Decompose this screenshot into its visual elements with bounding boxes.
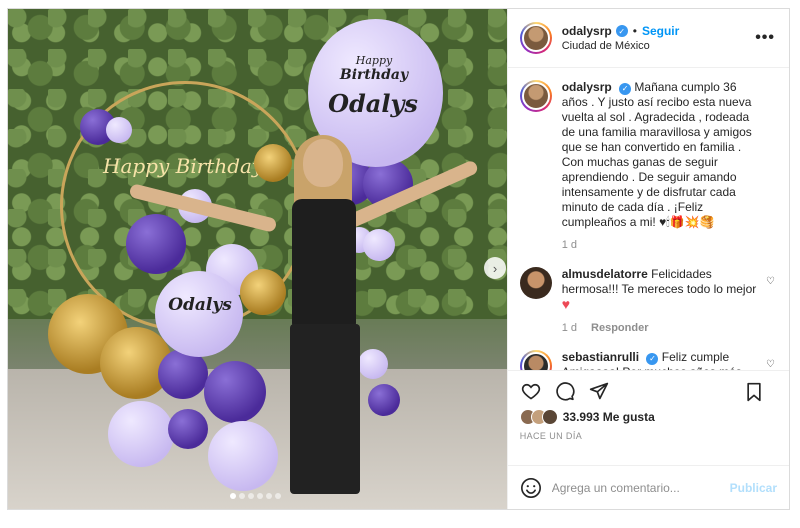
comment-item: sebastianrulli ✓ Feliz cumple Amigaaaa! … <box>519 350 777 370</box>
verified-badge-icon: ✓ <box>619 82 632 95</box>
carousel-dot <box>239 493 245 499</box>
post-side-panel: odalysrp ✓ • Seguir Ciudad de México •••… <box>506 9 789 509</box>
commenter-avatar[interactable] <box>519 267 552 299</box>
author-username[interactable]: odalysrp <box>562 24 612 38</box>
post-time[interactable]: HACE UN DÍA <box>520 431 777 441</box>
commenter-avatar[interactable] <box>519 350 552 370</box>
follow-button[interactable]: Seguir <box>642 24 679 38</box>
balloon <box>204 361 266 423</box>
publish-comment-button[interactable]: Publicar <box>730 481 777 495</box>
post-photo[interactable]: Happy Birthday Happy Birthday Odalys Oda… <box>8 9 507 509</box>
post-dialog: Happy Birthday Happy Birthday Odalys Oda… <box>7 8 790 510</box>
comments-list[interactable]: odalysrp ✓ Mañana cumplo 36 años . Y jus… <box>508 68 789 370</box>
balloon <box>208 421 278 491</box>
share-paper-plane-icon[interactable] <box>588 380 610 402</box>
person-head <box>303 139 343 187</box>
next-photo-button[interactable]: › <box>484 257 506 279</box>
comment-time[interactable]: 1 d <box>562 322 577 334</box>
carousel-dot <box>257 493 263 499</box>
balloon <box>168 409 208 449</box>
hoop-sign-text: Happy Birthday <box>103 154 264 178</box>
like-comment-heart-icon[interactable]: ♡ <box>766 276 775 287</box>
emoji-smiley-icon[interactable] <box>520 477 542 499</box>
separator-dot: • <box>632 24 637 38</box>
post-location[interactable]: Ciudad de México <box>562 40 680 52</box>
likes-label: Me gusta <box>602 410 655 424</box>
like-comment-heart-icon[interactable]: ♡ <box>766 359 775 370</box>
chevron-right-icon: › <box>492 260 498 276</box>
balloon-top-happy: Happy <box>355 54 393 67</box>
comment-username[interactable]: sebastianrulli <box>562 350 639 364</box>
balloon <box>106 117 132 143</box>
balloon-top-birthday: Birthday <box>339 67 409 83</box>
carousel-dot <box>275 493 281 499</box>
add-comment-bar: Publicar <box>507 465 789 509</box>
caption-time[interactable]: 1 d <box>562 239 577 251</box>
person-top <box>292 199 356 329</box>
balloon-top-name: Odalys <box>328 89 418 118</box>
person-pants <box>290 324 360 494</box>
like-heart-icon[interactable] <box>520 380 542 402</box>
liker-avatar <box>541 409 558 425</box>
comment-input[interactable] <box>551 480 730 495</box>
balloon-top-small-text: Happy Birthday <box>324 54 424 83</box>
likes-count: 33.993 <box>562 410 600 424</box>
avatar[interactable] <box>519 22 552 54</box>
caption-avatar[interactable] <box>519 80 552 112</box>
post-header: odalysrp ✓ • Seguir Ciudad de México ••• <box>507 9 789 68</box>
save-bookmark-icon[interactable] <box>743 381 765 403</box>
balloon <box>126 214 186 274</box>
more-options-icon[interactable]: ••• <box>755 29 775 47</box>
comment-bubble-icon[interactable] <box>554 380 576 402</box>
post-actions: 33.993 Me gusta HACE UN DÍA <box>507 370 789 465</box>
verified-badge-icon: ✓ <box>646 352 659 365</box>
red-heart-emoji: ♥ <box>561 296 571 312</box>
carousel-dot <box>266 493 272 499</box>
reply-button[interactable]: Responder <box>591 322 648 334</box>
carousel-dot <box>230 493 236 499</box>
verified-badge-icon: ✓ <box>615 25 628 37</box>
balloon <box>108 401 174 467</box>
caption-text: Mañana cumplo 36 años . Y justo así reci… <box>561 80 752 229</box>
comment-item: almusdelatorre Felicidades hermosa!!! Te… <box>519 267 777 336</box>
likes-summary[interactable]: 33.993 Me gusta <box>519 409 777 425</box>
person <box>270 135 380 509</box>
caption-username[interactable]: odalysrp <box>562 80 612 94</box>
caption: odalysrp ✓ Mañana cumplo 36 años . Y jus… <box>519 80 777 253</box>
carousel-dot <box>248 493 254 499</box>
balloon-mid-name: Odalys <box>168 295 232 315</box>
comment-username[interactable]: almusdelatorre <box>562 267 648 281</box>
